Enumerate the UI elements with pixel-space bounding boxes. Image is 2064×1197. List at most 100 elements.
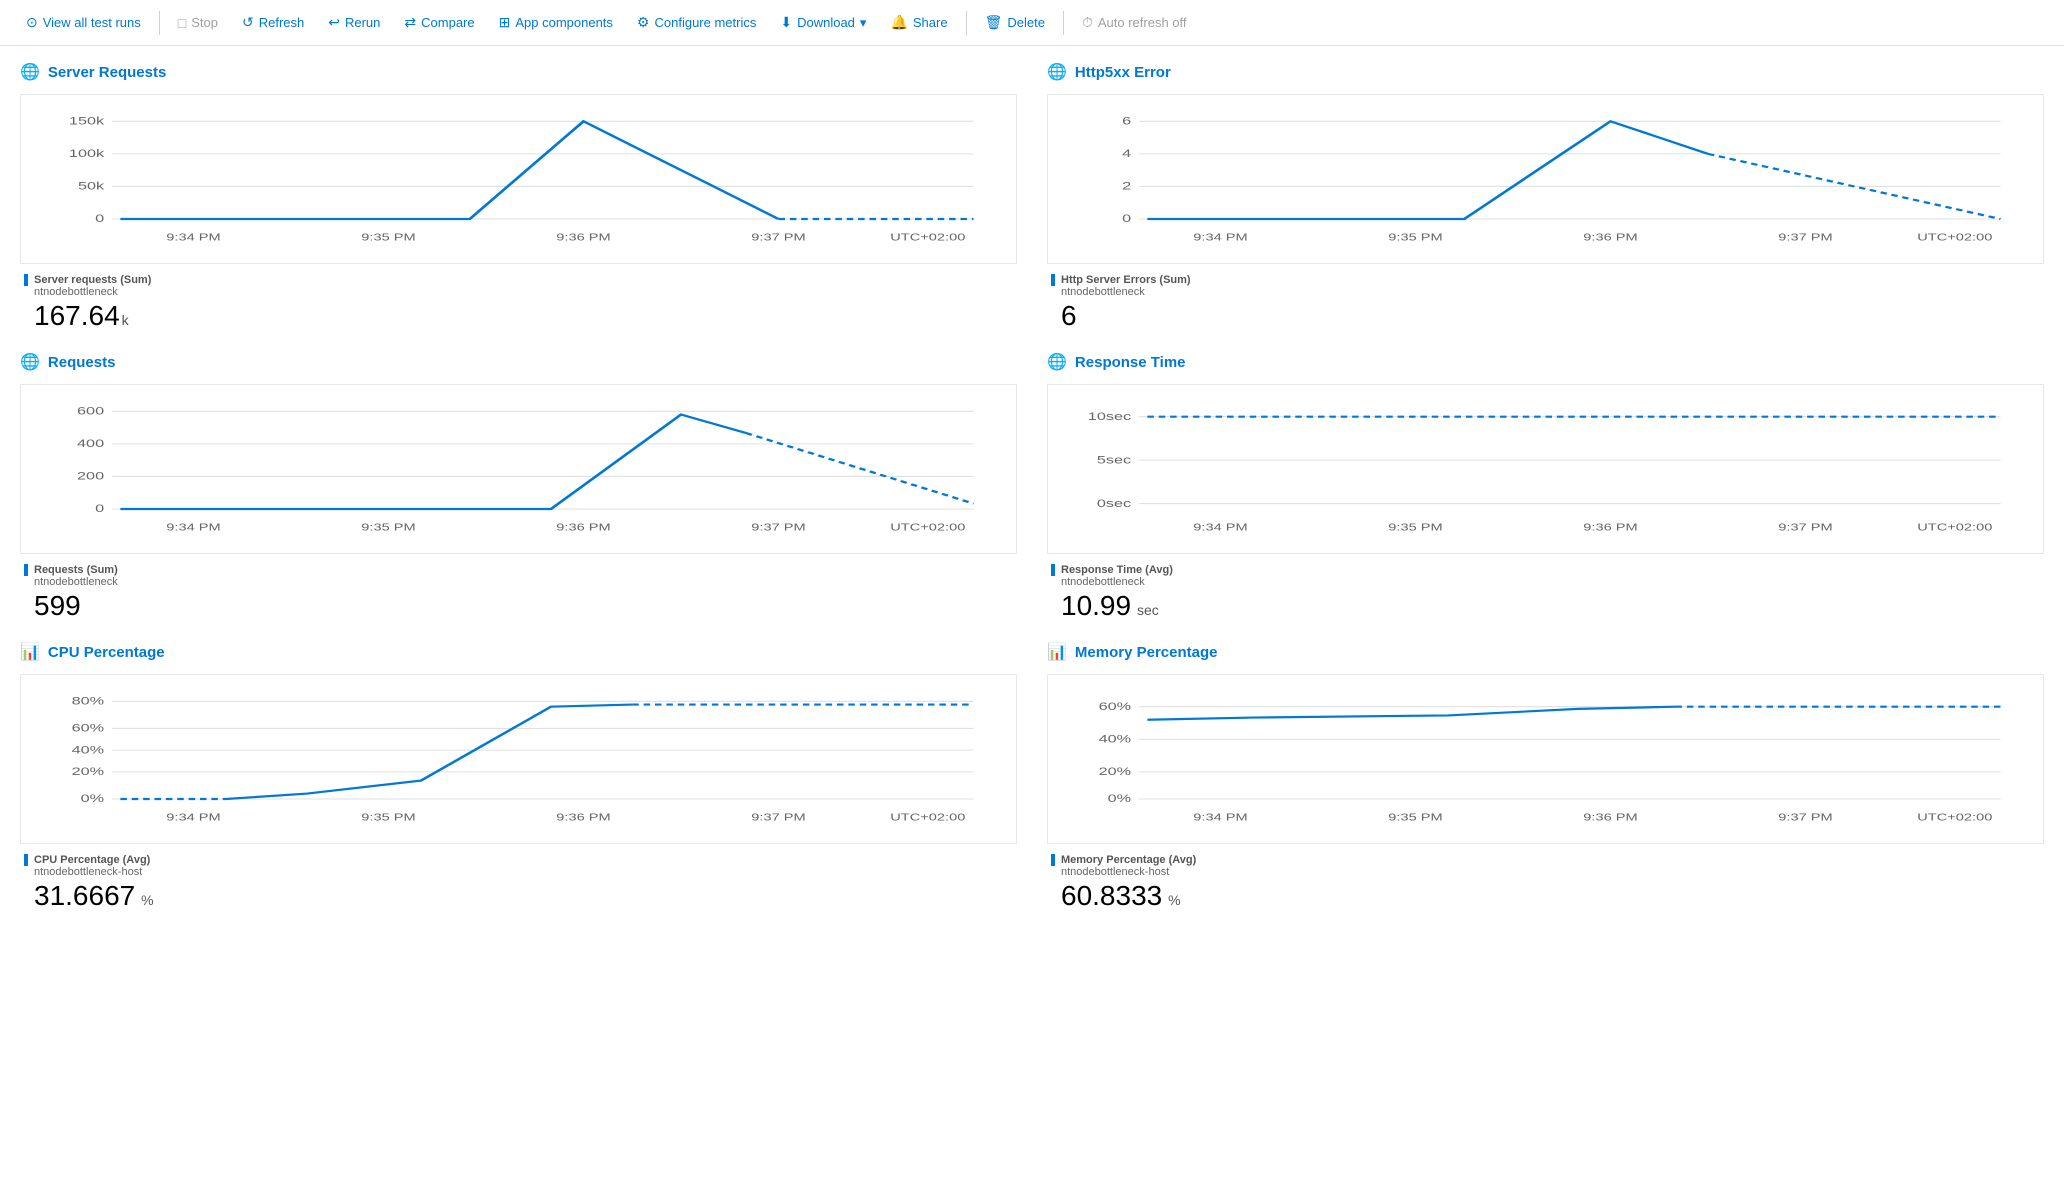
download-chevron-icon: ▾: [860, 15, 867, 31]
memory-percentage-panel: 📊 Memory Percentage 60% 40% 20% 0% 9:34 …: [1047, 642, 2044, 912]
rerun-icon: ↩: [328, 14, 340, 31]
cpu-svg: 80% 60% 40% 20% 0% 9:34 PM 9:35 PM 9:36 …: [31, 685, 1006, 837]
response-time-value: 10.99 sec: [1051, 590, 2044, 622]
svg-text:60%: 60%: [72, 721, 104, 734]
svg-text:0: 0: [95, 502, 104, 515]
http5xx-title: 🌐 Http5xx Error: [1047, 62, 2044, 82]
svg-text:20%: 20%: [1099, 765, 1131, 778]
svg-text:9:37 PM: 9:37 PM: [1778, 232, 1832, 243]
compare-btn[interactable]: ⇄ Compare: [394, 8, 484, 37]
share-btn[interactable]: 🔔 Share: [880, 8, 957, 37]
svg-text:UTC+02:00: UTC+02:00: [1917, 232, 1992, 243]
server-requests-value: 167.64k: [24, 300, 1017, 332]
download-btn[interactable]: ⬇ Download ▾: [770, 8, 876, 37]
svg-text:9:34 PM: 9:34 PM: [166, 812, 220, 823]
refresh-btn[interactable]: ↺ Refresh: [232, 8, 314, 37]
svg-text:6: 6: [1122, 114, 1131, 127]
svg-text:9:35 PM: 9:35 PM: [1388, 522, 1442, 533]
svg-text:200: 200: [77, 469, 104, 482]
svg-text:400: 400: [77, 437, 104, 450]
requests-panel: 🌐 Requests 600 400 200 0 9:34 PM 9:35 PM…: [20, 352, 1017, 622]
http5xx-panel: 🌐 Http5xx Error 6 4 2 0 9:34 PM 9:35 PM …: [1047, 62, 2044, 332]
svg-text:UTC+02:00: UTC+02:00: [1917, 812, 1992, 823]
svg-text:20%: 20%: [72, 765, 104, 778]
cpu-percentage-panel: 📊 CPU Percentage 80% 60% 40% 20% 0% 9:34…: [20, 642, 1017, 912]
requests-title: 🌐 Requests: [20, 352, 1017, 372]
app-components-icon: ⊞: [499, 14, 511, 31]
svg-text:9:34 PM: 9:34 PM: [166, 232, 220, 243]
globe-icon-3: 🌐: [20, 352, 40, 372]
svg-text:0%: 0%: [81, 792, 104, 805]
svg-text:9:35 PM: 9:35 PM: [361, 522, 415, 533]
stop-icon: □: [178, 15, 186, 31]
download-icon: ⬇: [780, 14, 792, 31]
cpu-icon: 📊: [20, 642, 40, 662]
http5xx-chart: 6 4 2 0 9:34 PM 9:35 PM 9:36 PM 9:37 PM …: [1047, 94, 2044, 264]
svg-text:UTC+02:00: UTC+02:00: [890, 522, 965, 533]
cpu-percentage-chart: 80% 60% 40% 20% 0% 9:34 PM 9:35 PM 9:36 …: [20, 674, 1017, 844]
requests-summary: Requests (Sum) ntnodebottleneck 599: [20, 564, 1017, 622]
svg-text:9:37 PM: 9:37 PM: [751, 812, 805, 823]
configure-metrics-btn[interactable]: ⚙ Configure metrics: [627, 8, 766, 37]
svg-text:9:34 PM: 9:34 PM: [1193, 522, 1247, 533]
divider-1: [159, 11, 160, 35]
globe-icon: 🌐: [20, 62, 40, 82]
svg-text:9:34 PM: 9:34 PM: [1193, 232, 1247, 243]
memory-percentage-value: 60.8333 %: [1051, 880, 2044, 912]
app-components-btn[interactable]: ⊞ App components: [489, 8, 623, 37]
delete-icon: 🗑: [985, 14, 1003, 31]
memory-icon: 📊: [1047, 642, 1067, 662]
globe-icon-2: 🌐: [1047, 62, 1067, 82]
share-icon: 🔔: [890, 14, 907, 31]
memory-svg: 60% 40% 20% 0% 9:34 PM 9:35 PM 9:36 PM 9…: [1058, 685, 2033, 837]
gear-icon: ⚙: [637, 14, 650, 31]
svg-text:10sec: 10sec: [1088, 410, 1131, 423]
http5xx-value: 6: [1051, 300, 2044, 332]
svg-text:9:37 PM: 9:37 PM: [1778, 812, 1832, 823]
svg-text:9:36 PM: 9:36 PM: [1583, 522, 1637, 533]
svg-text:0: 0: [1122, 212, 1131, 225]
svg-text:9:36 PM: 9:36 PM: [556, 522, 610, 533]
auto-refresh-btn[interactable]: ⏱ Auto refresh off: [1072, 8, 1197, 37]
svg-text:50k: 50k: [78, 179, 104, 192]
svg-text:9:36 PM: 9:36 PM: [1583, 232, 1637, 243]
svg-text:0sec: 0sec: [1097, 497, 1131, 510]
svg-text:9:35 PM: 9:35 PM: [361, 812, 415, 823]
svg-text:5sec: 5sec: [1097, 453, 1131, 466]
toolbar: ⊙ View all test runs □ Stop ↺ Refresh ↩ …: [0, 0, 2064, 46]
response-time-title: 🌐 Response Time: [1047, 352, 2044, 372]
response-time-panel: 🌐 Response Time 10sec 5sec 0sec 9:34 PM …: [1047, 352, 2044, 622]
cpu-percentage-summary: CPU Percentage (Avg) ntnodebottleneck-ho…: [20, 854, 1017, 912]
stop-btn[interactable]: □ Stop: [168, 9, 228, 37]
svg-text:UTC+02:00: UTC+02:00: [890, 232, 965, 243]
svg-text:9:35 PM: 9:35 PM: [361, 232, 415, 243]
svg-text:100k: 100k: [69, 147, 104, 160]
svg-text:9:36 PM: 9:36 PM: [556, 232, 610, 243]
cpu-percentage-title: 📊 CPU Percentage: [20, 642, 1017, 662]
memory-percentage-chart: 60% 40% 20% 0% 9:34 PM 9:35 PM 9:36 PM 9…: [1047, 674, 2044, 844]
compare-icon: ⇄: [404, 14, 416, 31]
rerun-btn[interactable]: ↩ Rerun: [318, 8, 390, 37]
svg-text:600: 600: [77, 404, 104, 417]
svg-text:9:37 PM: 9:37 PM: [1778, 522, 1832, 533]
globe-icon-4: 🌐: [1047, 352, 1067, 372]
server-requests-svg: 150k 100k 50k 0 9:34 PM 9:35 PM 9:36 PM …: [31, 105, 1006, 257]
svg-text:40%: 40%: [72, 743, 104, 756]
memory-percentage-summary: Memory Percentage (Avg) ntnodebottleneck…: [1047, 854, 2044, 912]
svg-text:60%: 60%: [1099, 700, 1131, 713]
svg-text:UTC+02:00: UTC+02:00: [890, 812, 965, 823]
main-content: 🌐 Server Requests 150k 100k 50k 0 9:34 P…: [0, 46, 2064, 928]
divider-2: [966, 11, 967, 35]
requests-svg: 600 400 200 0 9:34 PM 9:35 PM 9:36 PM 9:…: [31, 395, 1006, 547]
view-all-btn[interactable]: ⊙ View all test runs: [16, 8, 151, 37]
delete-btn[interactable]: 🗑 Delete: [975, 8, 1055, 37]
server-requests-title: 🌐 Server Requests: [20, 62, 1017, 82]
svg-text:40%: 40%: [1099, 732, 1131, 745]
svg-text:9:36 PM: 9:36 PM: [556, 812, 610, 823]
svg-text:9:36 PM: 9:36 PM: [1583, 812, 1637, 823]
clock-icon: ⏱: [1082, 14, 1093, 31]
svg-text:9:37 PM: 9:37 PM: [751, 522, 805, 533]
response-time-svg: 10sec 5sec 0sec 9:34 PM 9:35 PM 9:36 PM …: [1058, 395, 2033, 547]
server-requests-chart: 150k 100k 50k 0 9:34 PM 9:35 PM 9:36 PM …: [20, 94, 1017, 264]
svg-text:9:34 PM: 9:34 PM: [166, 522, 220, 533]
